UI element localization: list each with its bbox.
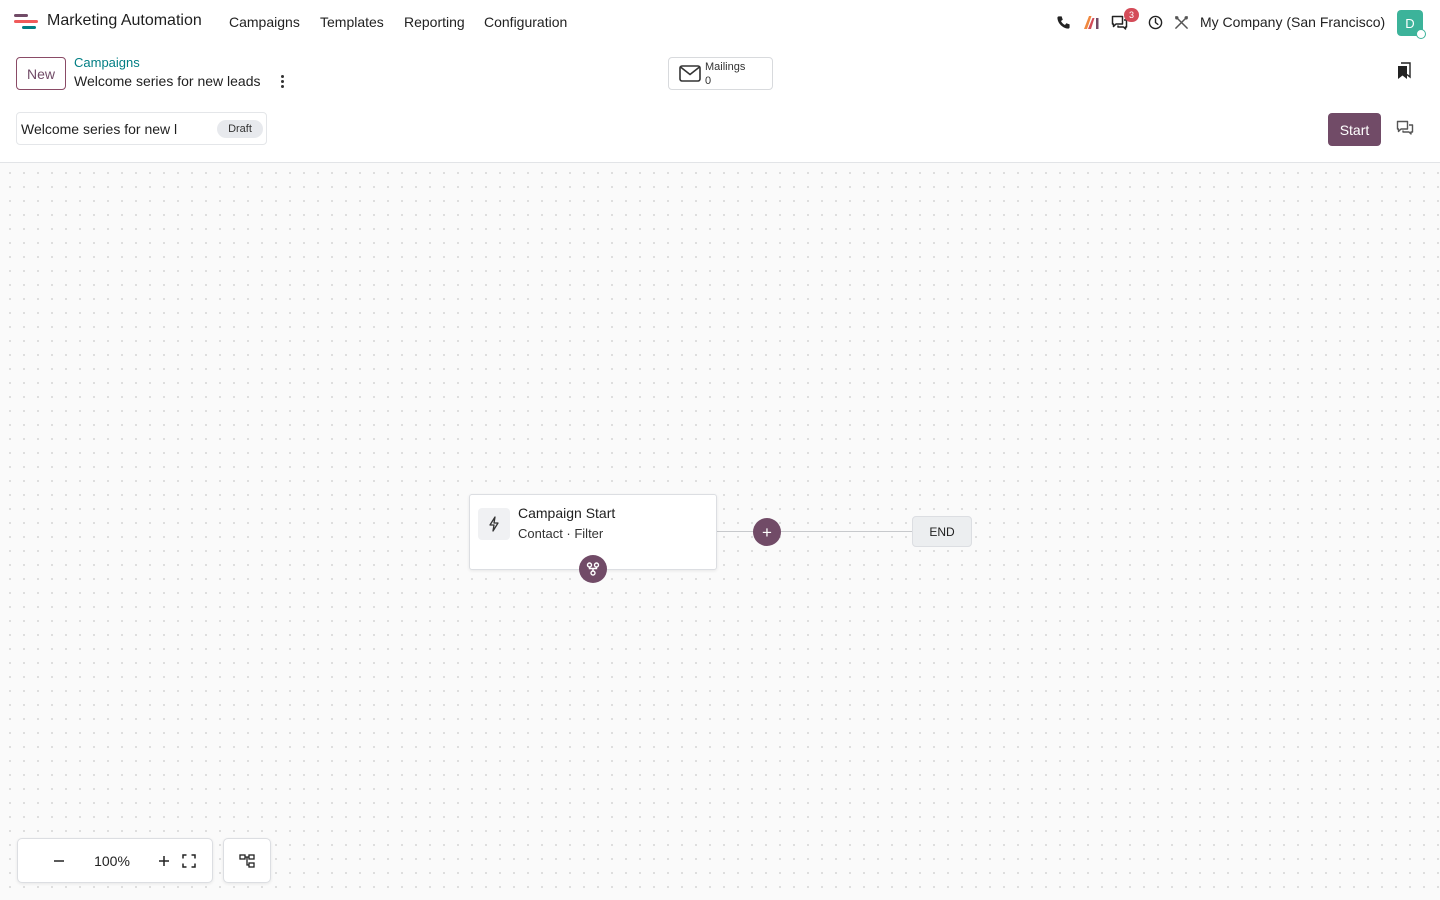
actions-menu-icon[interactable] <box>275 73 289 89</box>
zoom-level: 100% <box>94 853 130 869</box>
zoom-out-icon[interactable] <box>48 850 70 872</box>
ai-icon[interactable] <box>1082 13 1100 31</box>
menu-campaigns[interactable]: Campaigns <box>229 14 300 30</box>
node-subtitle: Contact · Filter <box>518 526 604 541</box>
connector-line <box>717 531 753 532</box>
node-title: Campaign Start <box>518 505 616 521</box>
trigger-bolt-icon <box>478 508 510 540</box>
add-step-button[interactable]: + <box>753 518 781 546</box>
new-button[interactable]: New <box>16 57 66 90</box>
chatter-toggle-icon[interactable] <box>1396 120 1414 138</box>
status-badge: Draft <box>217 120 263 138</box>
app-name[interactable]: Marketing Automation <box>47 12 202 30</box>
user-avatar[interactable]: D <box>1397 10 1426 39</box>
campaign-name-field: Draft <box>16 112 267 145</box>
phone-icon[interactable] <box>1054 13 1072 31</box>
end-node: END <box>912 516 972 547</box>
branch-icon[interactable] <box>579 555 607 583</box>
company-switcher[interactable]: My Company (San Francisco) <box>1200 14 1385 30</box>
presence-status-icon <box>1416 29 1426 39</box>
connector-line <box>781 531 912 532</box>
breadcrumb-current: Welcome series for new leads <box>74 73 261 89</box>
mailings-smart-button[interactable]: Mailings 0 <box>668 57 773 90</box>
zoom-in-icon[interactable] <box>153 850 175 872</box>
auto-layout-icon[interactable] <box>223 838 271 883</box>
top-navbar: Marketing Automation Campaigns Templates… <box>0 0 1440 46</box>
messages-count-badge: 3 <box>1124 8 1139 22</box>
mailings-count: 0 <box>705 75 712 87</box>
campaign-start-node[interactable]: Campaign Start Contact · Filter <box>469 494 717 583</box>
fit-to-screen-icon[interactable] <box>178 850 200 872</box>
menu-reporting[interactable]: Reporting <box>404 14 465 30</box>
avatar-initial: D <box>1405 15 1415 31</box>
activity-clock-icon[interactable] <box>1146 13 1164 31</box>
zoom-controls: 100% <box>17 838 213 883</box>
menu-configuration[interactable]: Configuration <box>484 14 567 30</box>
bookmark-icon[interactable] <box>1396 62 1412 80</box>
envelope-icon <box>679 65 701 85</box>
menu-templates[interactable]: Templates <box>320 14 384 30</box>
breadcrumb-campaigns[interactable]: Campaigns <box>74 55 140 70</box>
mailings-label: Mailings <box>705 61 746 73</box>
debug-tools-icon[interactable] <box>1172 13 1190 31</box>
start-button[interactable]: Start <box>1328 113 1381 146</box>
app-logo-icon[interactable] <box>12 11 40 33</box>
campaign-name-input[interactable] <box>21 119 211 139</box>
